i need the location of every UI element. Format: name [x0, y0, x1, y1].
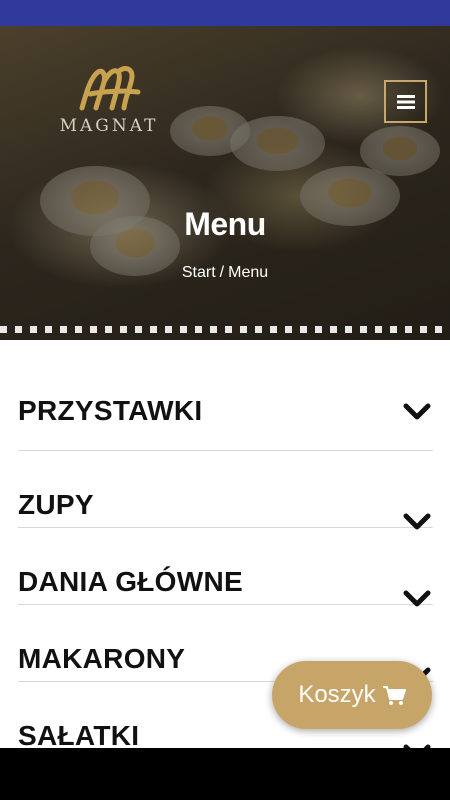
cart-icon [382, 686, 406, 705]
category-label: MAKARONY [18, 643, 186, 674]
magnat-logo[interactable]: MAGNAT [36, 64, 182, 136]
hero-dotted-border [0, 326, 450, 333]
category-label: ZUPY [18, 489, 94, 520]
chevron-down-icon [403, 403, 431, 420]
page-title: Menu [184, 206, 266, 242]
category-zupy[interactable]: ZUPY [18, 451, 433, 530]
system-navigation-bar [0, 748, 450, 800]
cart-button[interactable]: Koszyk [272, 661, 432, 729]
logo-monogram-icon [79, 66, 141, 111]
cart-label: Koszyk [298, 681, 376, 708]
breadcrumb-current: Menu [228, 264, 269, 281]
breadcrumb-separator: / [219, 264, 225, 281]
hamburger-icon [396, 94, 415, 109]
breadcrumb: Start / Menu [0, 264, 450, 282]
breadcrumb-home-link[interactable]: Start [182, 264, 216, 281]
category-przystawki[interactable]: PRZYSTAWKI [18, 340, 433, 451]
category-label: DANIA GŁÓWNE [18, 566, 243, 597]
category-label: PRZYSTAWKI [18, 395, 203, 426]
category-dania-glowne[interactable]: DANIA GŁÓWNE [18, 528, 433, 607]
status-bar [0, 0, 450, 26]
logo-text: MAGNAT [59, 116, 159, 136]
category-label: SAŁATKI [18, 720, 140, 748]
hero-banner: MAGNAT Menu Start / Menu [0, 26, 450, 340]
hamburger-menu-button[interactable] [384, 80, 427, 123]
